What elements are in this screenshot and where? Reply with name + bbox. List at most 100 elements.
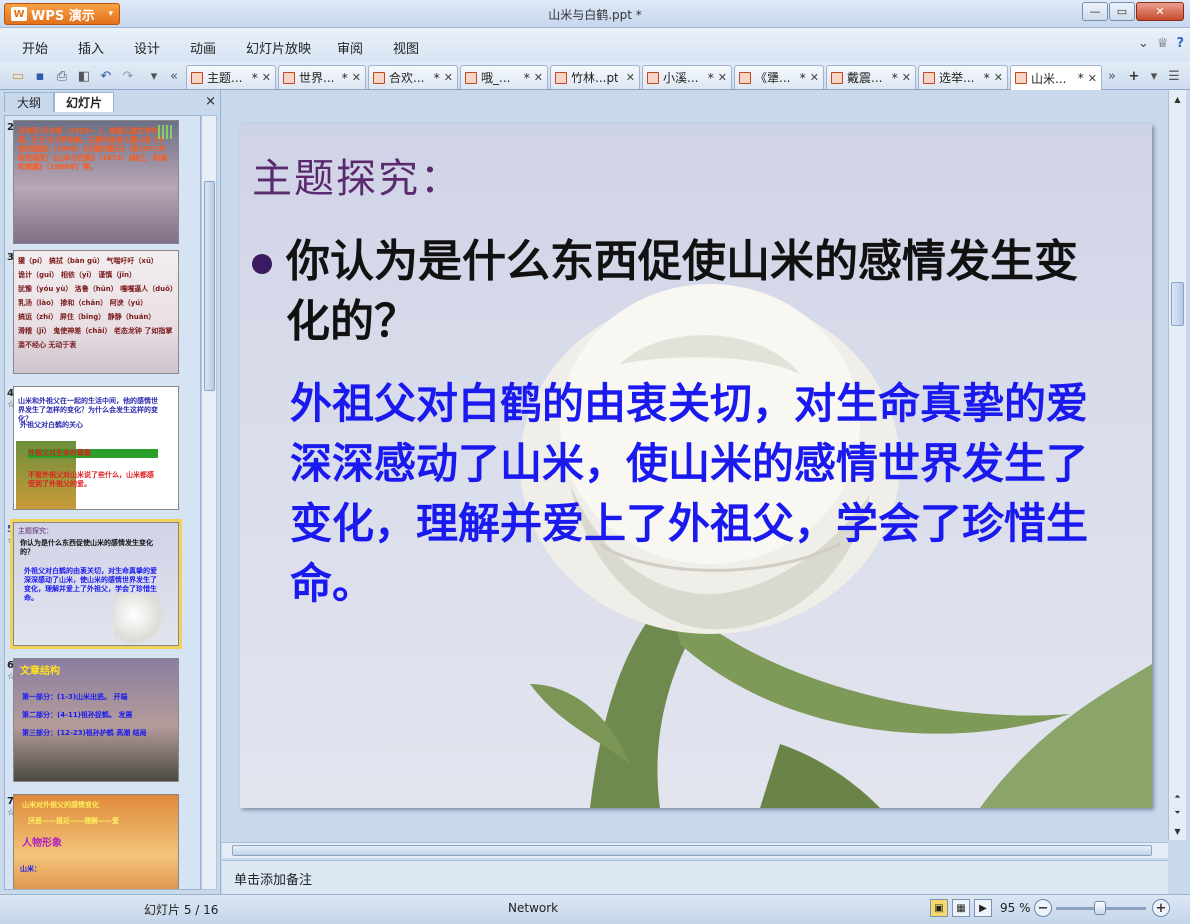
thumb-line: 厌恶——接近——理解——爱 bbox=[28, 817, 119, 825]
toolbar-dropdown-icon[interactable]: ▾ bbox=[146, 68, 162, 84]
menu-design[interactable]: 设计 bbox=[134, 38, 160, 57]
slide-thumbnail-selected[interactable]: 主题探究： 你认为是什么东西促使山米的感情发生变化的？ 外祖父对白鹤的由衷关切，… bbox=[10, 519, 182, 649]
thumb-line: 第三部分：(12-23)祖孙护鹤 高潮 结局 bbox=[22, 729, 147, 737]
menu-bar: 开始 插入 设计 动画 幻灯片放映 审阅 视图 ⌄ ♕ ? bbox=[0, 28, 1190, 62]
undo-icon[interactable]: ↶ bbox=[98, 68, 114, 84]
scroll-up-icon[interactable]: ▲ bbox=[1171, 92, 1184, 106]
zoom-slider-knob[interactable] bbox=[1094, 901, 1106, 915]
thumb-line: 文章结构 bbox=[20, 666, 60, 677]
doc-tab[interactable]: 选举... * ✕ bbox=[918, 65, 1008, 89]
slide-thumbnail[interactable]: 文章结构 第一部分：(1-3)山米出逃。 开端 第二部分：(4-11)祖孙捉鹤。… bbox=[13, 658, 179, 782]
close-tab-icon[interactable]: ✕ bbox=[1088, 72, 1097, 85]
slide-thumbnail[interactable]: 贝特西·贝尔斯（1928— ），美国儿童文学作家。生于北卡罗来纳。主要作品有儿童… bbox=[13, 120, 179, 244]
prev-slide-icon[interactable]: ⏶ bbox=[1171, 790, 1184, 804]
tab-slides[interactable]: 幻灯片 bbox=[54, 92, 114, 112]
ppt-file-icon bbox=[191, 71, 203, 84]
save-icon[interactable]: ▪ bbox=[32, 68, 48, 84]
menu-right-tools: ⌄ ♕ ? bbox=[1138, 36, 1184, 51]
close-tab-icon[interactable]: ✕ bbox=[444, 71, 453, 84]
slide-thumbnail[interactable]: 山米对外祖父的感情变化 厌恶——接近——理解——爱 人物形象 山米： bbox=[13, 794, 179, 889]
tab-scroll-right-icon[interactable]: » bbox=[1104, 68, 1120, 84]
menu-slideshow[interactable]: 幻灯片放映 bbox=[246, 38, 311, 57]
status-bar: 幻灯片 5 / 16 Network ▣ ▦ ▶ 95 % − + bbox=[0, 894, 1190, 924]
new-tab-icon[interactable]: + bbox=[1126, 68, 1142, 84]
preview-icon[interactable]: ◧ bbox=[76, 68, 92, 84]
slide-canvas[interactable]: 主题探究： 你认为是什么东西促使山米的感情发生变化的？ 外祖父对白鹤的由衷关切，… bbox=[240, 124, 1152, 808]
slideshow-view-icon[interactable]: ▶ bbox=[974, 899, 992, 917]
title-bar: W WPS 演示 ▾ 山米与白鹤.ppt * — ▭ ✕ bbox=[0, 0, 1190, 28]
close-tab-icon[interactable]: ✕ bbox=[352, 71, 361, 84]
close-tab-icon[interactable]: ✕ bbox=[718, 71, 727, 84]
menu-insert[interactable]: 插入 bbox=[78, 38, 104, 57]
slide-question[interactable]: 你认为是什么东西促使山米的感情发生变化的？ bbox=[286, 232, 1106, 352]
normal-view-icon[interactable]: ▣ bbox=[930, 899, 948, 917]
restore-button[interactable]: ▭ bbox=[1109, 2, 1135, 21]
notes-placeholder[interactable]: 单击添加备注 bbox=[234, 869, 312, 888]
doc-tab-label: 山米... bbox=[1031, 71, 1067, 86]
zoom-level: 95 % bbox=[1000, 901, 1031, 915]
tab-scroll-left-icon[interactable]: « bbox=[166, 68, 182, 84]
thumb-line: 山米： bbox=[20, 865, 41, 873]
menu-animation[interactable]: 动画 bbox=[190, 38, 216, 57]
collapse-ribbon-icon[interactable]: ⌄ bbox=[1138, 36, 1149, 51]
thumb-line: 主题探究： bbox=[18, 527, 53, 535]
doc-tab[interactable]: 小溪... * ✕ bbox=[642, 65, 732, 89]
print-icon[interactable]: ⎙ bbox=[54, 68, 70, 84]
doc-tab-label: 戴震... bbox=[847, 71, 883, 85]
slide-sorter-view-icon[interactable]: ▦ bbox=[952, 899, 970, 917]
close-button[interactable]: ✕ bbox=[1136, 2, 1184, 21]
redo-icon[interactable]: ↷ bbox=[120, 68, 136, 84]
help-icon[interactable]: ? bbox=[1176, 36, 1184, 51]
notes-pane[interactable]: 单击添加备注 bbox=[222, 860, 1168, 894]
scrollbar-thumb[interactable] bbox=[232, 845, 1152, 856]
scrollbar-thumb[interactable] bbox=[1171, 282, 1184, 326]
doc-tab-active[interactable]: 山米... * ✕ bbox=[1010, 65, 1102, 90]
close-tab-icon[interactable]: ✕ bbox=[902, 71, 911, 84]
thumb-line: 滥不经心 无动于衷 bbox=[18, 341, 77, 349]
slide-answer[interactable]: 外祖父对白鹤的由衷关切，对生命真挚的爱深深感动了山米，使山米的感情世界发生了变化… bbox=[290, 374, 1090, 614]
doc-tab[interactable]: 主题... * ✕ bbox=[186, 65, 276, 89]
slide-horizontal-scrollbar[interactable] bbox=[222, 842, 1168, 858]
zoom-out-icon[interactable]: − bbox=[1034, 899, 1052, 917]
close-tab-icon[interactable]: ✕ bbox=[626, 71, 635, 84]
doc-tab-dirty: * bbox=[251, 70, 258, 85]
tab-list-icon[interactable]: ☰ bbox=[1166, 68, 1182, 84]
menu-review[interactable]: 审阅 bbox=[337, 38, 363, 57]
menu-view[interactable]: 视图 bbox=[393, 38, 419, 57]
ppt-file-icon bbox=[283, 71, 295, 84]
doc-tab[interactable]: 竹林...pt ✕ bbox=[550, 65, 640, 89]
menu-home[interactable]: 开始 bbox=[22, 38, 48, 57]
doc-tab-label: 世界... bbox=[299, 71, 335, 85]
doc-tab[interactable]: 合欢... * ✕ bbox=[368, 65, 458, 89]
thumb-line: 诡计（guǐ） 相依（yī） 谨慎（jǐn） bbox=[18, 271, 137, 279]
open-icon[interactable]: ▭ bbox=[10, 68, 26, 84]
thumb-line: 搞运（zhí） 屏住（bǐng） 静静（huán） bbox=[18, 313, 156, 321]
close-panel-icon[interactable]: × bbox=[205, 94, 216, 109]
doc-tab[interactable]: 世界... * ✕ bbox=[278, 65, 366, 89]
ppt-file-icon bbox=[923, 71, 935, 84]
next-slide-icon[interactable]: ⏷ bbox=[1171, 806, 1184, 820]
thumbnail-list[interactable]: 2 贝特西·贝尔斯（1928— ），美国儿童文学作家。生于北卡罗来纳。主要作品有… bbox=[4, 115, 201, 890]
tab-menu-icon[interactable]: ▾ bbox=[1146, 68, 1162, 84]
close-tab-icon[interactable]: ✕ bbox=[810, 71, 819, 84]
scrollbar-thumb[interactable] bbox=[204, 181, 215, 391]
close-tab-icon[interactable]: ✕ bbox=[262, 71, 271, 84]
thumbnail-scrollbar[interactable] bbox=[201, 115, 217, 890]
minimize-button[interactable]: — bbox=[1082, 2, 1108, 21]
thumb-line: 滑稽（jī） 鬼使神差（chāi） 老态龙钟 了如指掌 bbox=[18, 327, 173, 335]
scroll-down-icon[interactable]: ▼ bbox=[1171, 824, 1184, 838]
doc-tab[interactable]: 哦_... * ✕ bbox=[460, 65, 548, 89]
thumb-line: 第二部分：(4-11)祖孙捉鹤。 发展 bbox=[22, 711, 133, 719]
slide-title[interactable]: 主题探究： bbox=[252, 146, 462, 204]
slide-thumbnail[interactable]: 山米和外祖父在一起的生活中间，他的感情世界发生了怎样的变化？为什么会发生这样的变… bbox=[13, 386, 179, 510]
zoom-in-icon[interactable]: + bbox=[1152, 899, 1170, 917]
close-tab-icon[interactable]: ✕ bbox=[534, 71, 543, 84]
doc-tab[interactable]: 戴震... * ✕ bbox=[826, 65, 916, 89]
doc-tab-label: 《犟... bbox=[755, 71, 791, 85]
skin-icon[interactable]: ♕ bbox=[1157, 36, 1169, 51]
doc-tab[interactable]: 《犟... * ✕ bbox=[734, 65, 824, 89]
close-tab-icon[interactable]: ✕ bbox=[994, 71, 1003, 84]
slide-vertical-scrollbar[interactable]: ▲ ⏶ ⏷ ▼ bbox=[1168, 90, 1186, 840]
slide-thumbnail[interactable]: 獾（pí） 搞拭（bàn gū） 气喘吁吁（xū） 诡计（guǐ） 相依（yī）… bbox=[13, 250, 179, 374]
tab-outline[interactable]: 大纲 bbox=[4, 92, 54, 112]
